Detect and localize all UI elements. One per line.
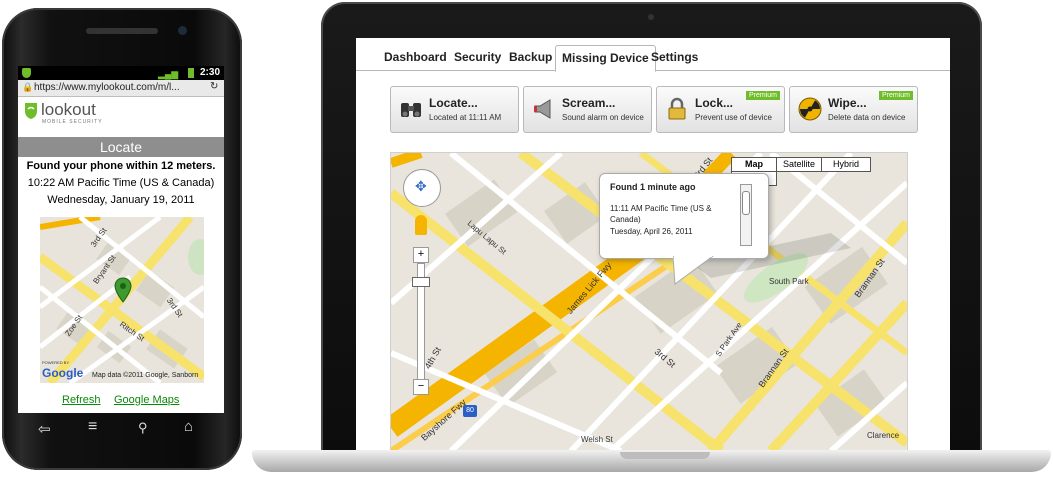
tab-dashboard[interactable]: Dashboard (384, 50, 447, 64)
wipe-button[interactable]: Wipe... Delete data on device Premium (789, 86, 918, 133)
menu-icon[interactable]: ≡ (88, 418, 97, 436)
padlock-icon (668, 97, 686, 120)
tab-backup[interactable]: Backup (509, 50, 552, 64)
battery-icon (188, 68, 194, 78)
tab-bar: Dashboard Security Backup Missing Device… (356, 44, 950, 72)
home-icon[interactable]: ⌂ (184, 418, 193, 435)
lookout-shield-logo-icon (25, 103, 37, 119)
search-icon[interactable]: ⚲ (138, 420, 148, 436)
freeway-shield-icon: 80 (463, 405, 477, 417)
google-logo: Google (42, 366, 84, 380)
street-label: Welsh St (581, 435, 613, 444)
popup-pointer (673, 256, 714, 285)
phone-status-bar: ▂▄▆ 2:30 (18, 66, 224, 80)
tab-security[interactable]: Security (454, 50, 501, 64)
phone-map[interactable]: 3rd St Bryant St Zoe St Ritch St 3rd St … (40, 217, 204, 383)
found-date-text: Wednesday, January 19, 2011 (47, 194, 195, 206)
binoculars-icon (401, 103, 421, 117)
map-type-satellite[interactable]: Satellite (776, 157, 822, 172)
map-type-hybrid[interactable]: Hybrid (821, 157, 871, 172)
locate-header: Locate (18, 137, 224, 157)
map-attribution: Map data ©2011 Google, Sanborn (92, 372, 199, 379)
lock-button[interactable]: Lock... Prevent use of device Premium (656, 86, 785, 133)
zoom-out-button[interactable]: − (413, 379, 429, 395)
tab-missing-device[interactable]: Missing Device (555, 45, 656, 72)
wipe-button-subtitle: Delete data on device (828, 113, 906, 122)
tab-settings[interactable]: Settings (651, 50, 698, 64)
lookout-logo: lookout MOBILE SECURITY (24, 100, 134, 128)
back-icon[interactable]: ⇦ (38, 420, 51, 438)
popup-scroll-thumb[interactable] (742, 191, 750, 215)
scream-button-subtitle: Sound alarm on device (562, 113, 644, 122)
webcam-icon (648, 14, 654, 20)
locate-button[interactable]: Locate... Located at 11:11 AM (390, 86, 519, 133)
location-info-popup: Found 1 minute ago 11:11 AM Pacific Time… (599, 173, 769, 259)
device-location-map[interactable]: ✥ + − Map Satellite Hybrid Terrain 3rd S… (390, 152, 908, 450)
logo-subtext: MOBILE SECURITY (42, 119, 103, 125)
map-type-map[interactable]: Map (731, 157, 777, 172)
url-text: https://www.mylookout.com/m/l... (34, 82, 180, 93)
popup-date: Tuesday, April 26, 2011 (610, 227, 693, 236)
popup-time-line2: Canada) (610, 215, 641, 224)
pegman-icon[interactable] (415, 215, 427, 235)
laptop-screen: Dashboard Security Backup Missing Device… (356, 38, 950, 450)
lock-icon: 🔒 (22, 82, 34, 92)
hand-icon: ✥ (415, 178, 427, 194)
locate-button-subtitle: Located at 11:11 AM (429, 113, 502, 122)
logo-text: lookout (41, 100, 96, 119)
park-label: South Park (769, 277, 809, 286)
google-maps-link[interactable]: Google Maps (114, 394, 179, 406)
scream-button[interactable]: Scream... Sound alarm on device (523, 86, 652, 133)
phone-url-bar[interactable]: 🔒 https://www.mylookout.com/m/l... ↻ (18, 80, 224, 97)
popup-title: Found 1 minute ago (610, 182, 696, 192)
laptop-hinge-notch (620, 452, 710, 459)
status-time: 2:30 (200, 67, 221, 78)
powered-by-text: POWERED BY (42, 360, 70, 365)
lookout-shield-icon (22, 68, 31, 78)
lock-button-title: Lock... (695, 96, 734, 110)
signal-icon: ▂▄▆ (158, 69, 179, 79)
scream-button-title: Scream... (562, 96, 616, 110)
premium-badge: Premium (745, 91, 780, 100)
found-distance-text: Found your phone within 12 meters. (26, 160, 216, 172)
popup-time-line1: 11:11 AM Pacific Time (US & (610, 204, 712, 213)
zoom-in-button[interactable]: + (413, 247, 429, 263)
radiation-icon (798, 97, 822, 121)
popup-scrollbar[interactable] (740, 184, 752, 246)
location-pin-icon[interactable] (114, 277, 132, 303)
pan-control[interactable]: ✥ (403, 169, 441, 207)
refresh-link[interactable]: Refresh (62, 394, 101, 406)
phone-screen: ▂▄▆ 2:30 🔒 https://www.mylookout.com/m/l… (18, 66, 224, 413)
lock-button-subtitle: Prevent use of device (695, 113, 772, 122)
premium-badge: Premium (878, 91, 913, 100)
phone-nav-keys: ⇦ ≡ ⚲ ⌂ (18, 418, 224, 444)
earpiece (86, 28, 158, 34)
locate-button-title: Locate... (429, 96, 478, 110)
megaphone-icon (534, 99, 551, 119)
front-camera (178, 26, 187, 35)
street-label: Clarence (867, 431, 900, 440)
found-time-text: 10:22 AM Pacific Time (US & Canada) (27, 177, 215, 189)
wipe-button-title: Wipe... (828, 96, 867, 110)
zoom-slider-handle[interactable] (412, 277, 430, 287)
reload-icon[interactable]: ↻ (210, 81, 218, 92)
